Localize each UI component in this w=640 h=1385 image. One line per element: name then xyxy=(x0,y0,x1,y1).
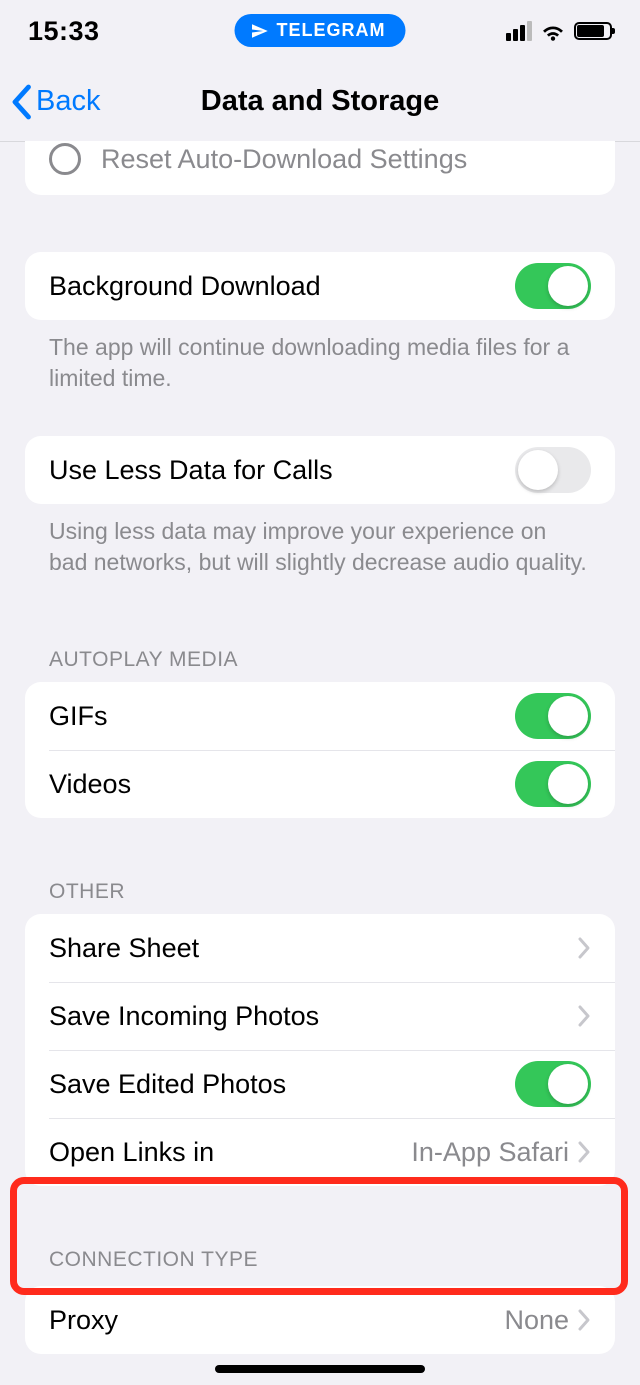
save-incoming-photos-row[interactable]: Save Incoming Photos xyxy=(25,982,615,1050)
use-less-data-label: Use Less Data for Calls xyxy=(49,455,333,486)
open-links-row[interactable]: Open Links in In-App Safari xyxy=(25,1118,615,1186)
back-label: Back xyxy=(36,85,100,118)
background-download-footer: The app will continue downloading media … xyxy=(25,320,615,394)
open-links-label: Open Links in xyxy=(49,1137,214,1168)
autoplay-videos-row[interactable]: Videos xyxy=(25,750,615,818)
reset-group: Reset Auto-Download Settings xyxy=(25,141,615,195)
proxy-value: None xyxy=(504,1305,569,1336)
share-sheet-label: Share Sheet xyxy=(49,933,199,964)
share-sheet-row[interactable]: Share Sheet xyxy=(25,914,615,982)
chevron-right-icon xyxy=(577,1308,591,1332)
save-incoming-label: Save Incoming Photos xyxy=(49,1001,319,1032)
autoplay-gifs-label: GIFs xyxy=(49,701,108,732)
paper-plane-icon xyxy=(251,22,269,40)
chevron-left-icon xyxy=(10,84,32,120)
chevron-right-icon xyxy=(577,1140,591,1164)
connection-group: Proxy None xyxy=(25,1286,615,1354)
autoplay-header: AUTOPLAY MEDIA xyxy=(25,648,615,682)
autoplay-gifs-row[interactable]: GIFs xyxy=(25,682,615,750)
radio-icon xyxy=(49,143,81,175)
background-download-label: Background Download xyxy=(49,271,321,302)
open-links-value: In-App Safari xyxy=(411,1137,569,1168)
use-less-data-toggle[interactable] xyxy=(515,447,591,493)
status-time: 15:33 xyxy=(28,16,100,47)
other-header: OTHER xyxy=(25,880,615,914)
autoplay-group: GIFs Videos xyxy=(25,682,615,818)
autoplay-videos-label: Videos xyxy=(49,769,131,800)
proxy-row[interactable]: Proxy None xyxy=(25,1286,615,1354)
reset-label: Reset Auto-Download Settings xyxy=(101,144,467,175)
back-button[interactable]: Back xyxy=(0,84,100,120)
autoplay-videos-toggle[interactable] xyxy=(515,761,591,807)
reset-auto-download-row[interactable]: Reset Auto-Download Settings xyxy=(25,141,615,189)
chevron-right-icon xyxy=(577,1004,591,1028)
use-less-data-row[interactable]: Use Less Data for Calls xyxy=(25,436,615,504)
background-download-toggle[interactable] xyxy=(515,263,591,309)
chevron-right-icon xyxy=(577,936,591,960)
cellular-signal-icon xyxy=(506,21,532,41)
other-group: Share Sheet Save Incoming Photos Save Ed… xyxy=(25,914,615,1186)
save-edited-toggle[interactable] xyxy=(515,1061,591,1107)
wifi-icon xyxy=(540,21,566,41)
autoplay-gifs-toggle[interactable] xyxy=(515,693,591,739)
connection-header: CONNECTION TYPE xyxy=(25,1248,615,1268)
status-bar: 15:33 TELEGRAM xyxy=(0,0,640,62)
battery-icon xyxy=(574,22,612,40)
save-edited-label: Save Edited Photos xyxy=(49,1069,286,1100)
save-edited-photos-row[interactable]: Save Edited Photos xyxy=(25,1050,615,1118)
return-to-app-pill[interactable]: TELEGRAM xyxy=(235,14,406,47)
home-indicator[interactable] xyxy=(215,1365,425,1373)
nav-bar: Back Data and Storage xyxy=(0,62,640,142)
background-download-row[interactable]: Background Download xyxy=(25,252,615,320)
pill-label: TELEGRAM xyxy=(277,20,386,41)
use-less-data-footer: Using less data may improve your experie… xyxy=(25,504,615,578)
use-less-data-group: Use Less Data for Calls xyxy=(25,436,615,504)
proxy-label: Proxy xyxy=(49,1305,118,1336)
background-download-group: Background Download xyxy=(25,252,615,320)
